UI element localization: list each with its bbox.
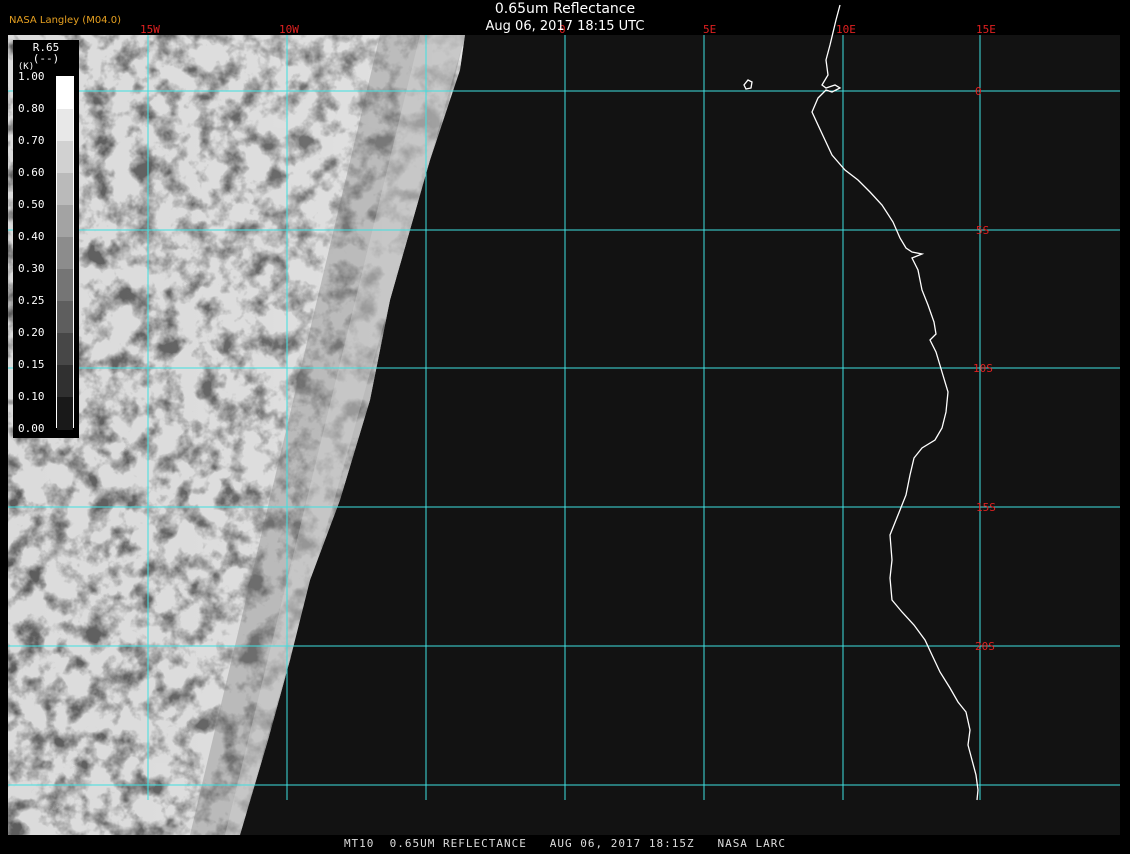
legend-tick-label: 0.60 [18, 166, 45, 179]
legend-color-step [57, 173, 73, 206]
lat-label: 10S [973, 362, 993, 375]
lat-label: 0 [975, 85, 982, 98]
color-scale-legend: R.65 (--) (K) 1.00 0.80 0.70 0.60 0.50 0.40 0.… [13, 40, 79, 438]
legend-tick-label: 1.00 [18, 70, 45, 83]
legend-tick-label: 0.00 [18, 422, 45, 435]
lat-label: 15S [976, 501, 996, 514]
legend-color-step [57, 301, 73, 334]
legend-tick-label: 0.15 [18, 358, 45, 371]
map-title: 0.65um Reflectance [494, 1, 636, 17]
legend-tick-label: 0.25 [18, 294, 45, 307]
legend-tick-label: 0.70 [18, 134, 45, 147]
legend-color-step [57, 77, 73, 110]
satellite-map: 15W 10W 0 5E 10E 15E 0 5S 10S 15S 20S [0, 0, 1130, 850]
legend-color-step [57, 397, 73, 430]
lat-label: 20S [975, 640, 995, 653]
legend-tick-label: 0.80 [18, 102, 45, 115]
legend-tick-label: 0.20 [18, 326, 45, 339]
legend-color-step [57, 269, 73, 302]
legend-tick-label: 0.40 [18, 230, 45, 243]
legend-tick-label: 0.10 [18, 390, 45, 403]
legend-tick-label: 0.50 [18, 198, 45, 211]
footer-caption: MT10 0.65UM REFLECTANCE AUG 06, 2017 18:… [343, 837, 787, 850]
legend-color-step [57, 205, 73, 238]
legend-color-step [57, 141, 73, 174]
legend-color-step [57, 237, 73, 270]
legend-color-step [57, 365, 73, 398]
map-timestamp: Aug 06, 2017 18:15 UTC [485, 19, 645, 34]
legend-color-step [57, 333, 73, 366]
legend-color-step [57, 109, 73, 142]
map-canvas: 15W 10W 0 5E 10E 15E 0 5S 10S 15S 20S [8, 4, 1120, 835]
legend-tick-label: 0.30 [18, 262, 45, 275]
legend-color-bar [56, 76, 74, 430]
lat-label: 5S [976, 224, 989, 237]
